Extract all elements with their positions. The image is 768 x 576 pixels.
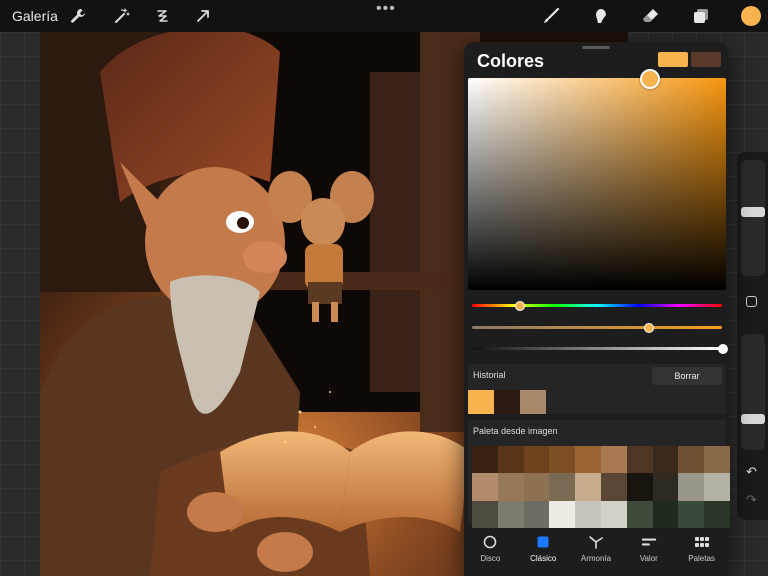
classic-square-icon [535, 534, 551, 550]
brightness-knob[interactable] [718, 344, 728, 354]
palette-swatch[interactable] [652, 446, 679, 474]
clear-history-button[interactable]: Borrar [652, 367, 722, 385]
palette-swatch[interactable] [575, 446, 601, 474]
transform-arrow-icon[interactable] [193, 6, 213, 26]
history-swatch[interactable] [468, 390, 494, 414]
modify-square-button[interactable] [746, 296, 757, 307]
panel-title: Colores [477, 51, 545, 71]
saturation-slider[interactable] [472, 323, 722, 333]
hue-slider[interactable] [472, 301, 722, 311]
primary-color-swatch[interactable] [658, 52, 688, 67]
brush-size-opacity-rail: ↶ ↷ [737, 152, 768, 520]
palette-swatch[interactable] [600, 473, 627, 501]
image-palette-label: Paleta desde imagen [473, 426, 558, 436]
palette-swatch[interactable] [472, 446, 498, 474]
panel-grabber[interactable] [582, 46, 610, 49]
palette-swatch[interactable] [652, 473, 679, 501]
magic-wand-icon[interactable] [112, 6, 132, 26]
opacity-slider[interactable] [741, 334, 765, 450]
palette-swatch[interactable] [678, 473, 705, 501]
hue-knob[interactable] [515, 301, 525, 311]
brush-icon[interactable] [541, 6, 561, 26]
history-section: Historial Borrar [468, 364, 726, 414]
color-mode-tabs: Disco Clásico Armonía Valor Paletas [464, 524, 728, 576]
tab-label: Disco [480, 554, 501, 563]
gallery-button[interactable]: Galería [12, 8, 58, 24]
tab-armonia[interactable]: Armonía [571, 534, 621, 563]
tab-label: Clásico [530, 554, 557, 563]
palette-swatch[interactable] [704, 473, 730, 501]
opacity-knob[interactable] [741, 414, 765, 424]
tab-clasico[interactable]: Clásico [518, 534, 568, 563]
palette-swatch[interactable] [704, 446, 730, 474]
color-panel: Colores Historial Borrar Paleta desde im… [464, 42, 730, 576]
palette-swatch[interactable] [497, 473, 524, 501]
undo-icon[interactable]: ↶ [746, 464, 757, 480]
harmony-icon [588, 534, 604, 550]
value-sliders-icon [641, 534, 657, 550]
redo-icon[interactable]: ↷ [746, 492, 757, 508]
eraser-icon[interactable] [641, 6, 661, 26]
top-toolbar: Galería ••• [0, 0, 768, 32]
more-options-icon[interactable]: ••• [376, 1, 396, 17]
palette-swatch[interactable] [626, 446, 653, 474]
tab-valor[interactable]: Valor [624, 534, 674, 563]
tab-label: Valor [639, 554, 658, 563]
smudge-icon[interactable] [591, 6, 611, 26]
selection-icon[interactable] [152, 6, 172, 26]
palette-swatch[interactable] [523, 446, 550, 474]
brush-size-knob[interactable] [741, 207, 765, 217]
saturation-value-picker[interactable] [468, 69, 726, 290]
history-swatch[interactable] [494, 390, 520, 414]
history-swatch[interactable] [520, 390, 546, 414]
color-picker-knob[interactable] [640, 69, 660, 89]
saturation-knob[interactable] [644, 323, 654, 333]
palette-swatch[interactable] [523, 473, 550, 501]
palette-swatch[interactable] [600, 446, 627, 474]
image-palette-section: Paleta desde imagen [468, 420, 730, 528]
brush-size-slider[interactable] [741, 160, 765, 276]
tab-label: Armonía [580, 554, 612, 563]
palette-grid [472, 446, 730, 528]
layers-icon[interactable] [691, 6, 711, 26]
palette-swatch[interactable] [497, 446, 524, 474]
tab-label: Paletas [688, 554, 715, 563]
secondary-color-swatch[interactable] [691, 52, 721, 67]
history-label: Historial [473, 370, 506, 380]
disc-icon [482, 534, 498, 550]
tab-paletas[interactable]: Paletas [677, 534, 727, 563]
palette-swatch[interactable] [678, 446, 705, 474]
current-color-button[interactable] [741, 6, 761, 26]
wrench-icon[interactable] [68, 6, 88, 26]
palette-swatch[interactable] [549, 473, 576, 501]
palette-swatch[interactable] [472, 473, 498, 501]
palettes-grid-icon [694, 534, 710, 550]
palette-swatch[interactable] [575, 473, 601, 501]
palette-swatch[interactable] [626, 473, 653, 501]
palette-swatch[interactable] [549, 446, 576, 474]
brightness-slider[interactable] [472, 344, 728, 354]
tab-disco[interactable]: Disco [465, 534, 515, 563]
